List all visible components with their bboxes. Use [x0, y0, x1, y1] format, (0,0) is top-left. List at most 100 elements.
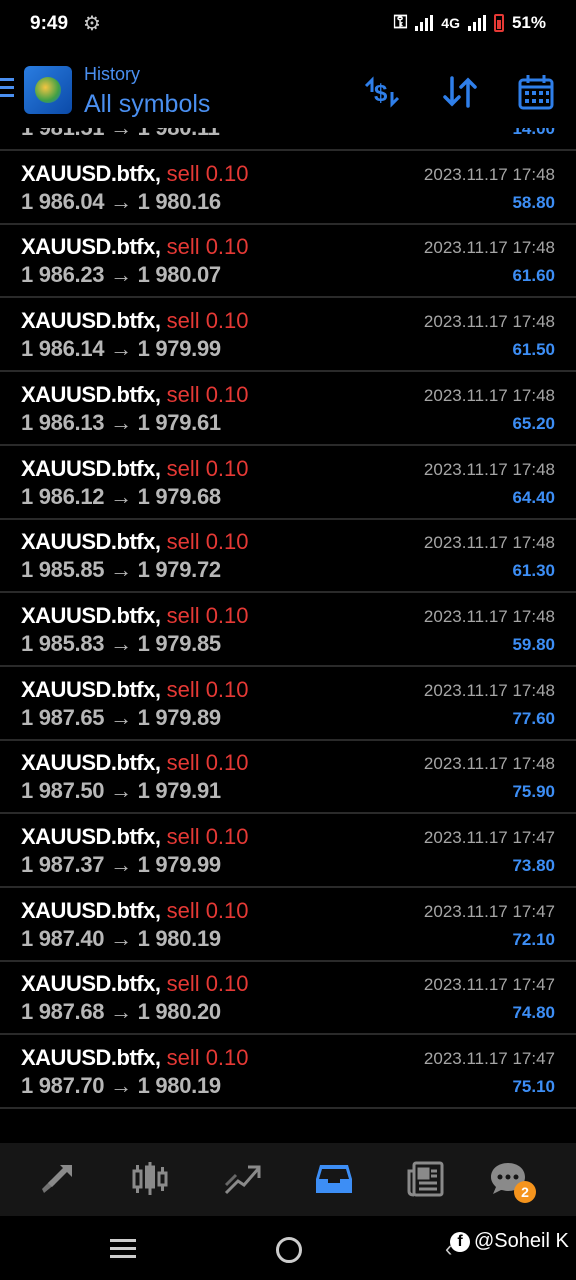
menu-icon[interactable]: [0, 78, 14, 100]
trade-symbol: XAUUSD.btfx,: [21, 971, 161, 997]
close-price: 1 980.19: [137, 925, 222, 951]
close-price: 1 979.99: [137, 852, 222, 877]
trade-symbol: XAUUSD.btfx,: [21, 381, 161, 407]
arrow-right-icon: →: [110, 557, 132, 583]
battery-level: 51%: [511, 12, 546, 32]
trade-side: sell 0.10: [166, 897, 249, 923]
status-time: 9:49: [30, 13, 69, 34]
trade-profit: 73.80: [512, 856, 555, 875]
history-list[interactable]: XAUUSD.btfx, sell 0.10 1 981.51 → 1 980.1…: [0, 128, 576, 1143]
trade-side: sell 0.10: [166, 455, 249, 481]
chart-icon[interactable]: [128, 1157, 172, 1201]
open-price: 1 986.13: [21, 409, 105, 435]
trade-profit: 72.10: [512, 929, 555, 949]
trade-row[interactable]: XAUUSD.btfx, sell 0.10 1 986.13 → 1 979.6…: [0, 373, 576, 446]
trade-row[interactable]: XAUUSD.btfx, sell 0.10 1 985.85 → 1 979.7…: [0, 520, 576, 594]
trade-row[interactable]: XAUUSD.btfx, sell 0.10 1 986.12 → 1 979.6…: [0, 447, 576, 520]
trade-row[interactable]: XAUUSD.btfx, sell 0.10 1 986.04 → 1 980.1…: [0, 152, 576, 225]
trade-time: 2023.11.17 17:47: [423, 975, 555, 995]
home-button[interactable]: [276, 1237, 302, 1263]
arrow-right-icon: →: [110, 778, 132, 804]
sort-icon[interactable]: [440, 72, 480, 112]
trade-symbol: XAUUSD.btfx,: [21, 750, 161, 776]
arrow-right-icon: →: [110, 188, 132, 214]
close-price: 1 979.72: [137, 557, 222, 583]
chat-badge: 2: [514, 1181, 536, 1203]
battery-icon: [493, 13, 504, 32]
trade-time: 2023.11.17 17:48: [423, 533, 555, 553]
trade-row[interactable]: XAUUSD.btfx, sell 0.10 1 987.50 → 1 979.9…: [0, 741, 576, 815]
trade-prices: 1 987.70 → 1 980.19: [21, 1073, 221, 1099]
close-price: 1 979.61: [137, 409, 222, 435]
trade-row[interactable]: XAUUSD.btfx, sell 0.10 1 987.40 → 1 980.1…: [0, 889, 576, 962]
trade-title: XAUUSD.btfx, sell 0.10: [21, 824, 249, 850]
trade-row[interactable]: XAUUSD.btfx, sell 0.10 1 987.65 → 1 979.8…: [0, 668, 576, 741]
open-price: 1 986.14: [21, 336, 105, 362]
close-price: 1 979.91: [137, 778, 222, 804]
close-price: 1 980.07: [137, 262, 222, 288]
trade-title: XAUUSD.btfx, sell 0.10: [21, 529, 249, 555]
history-icon[interactable]: [312, 1157, 356, 1201]
trade-prices: 1 985.85 → 1 979.72: [21, 557, 221, 583]
trade-row[interactable]: XAUUSD.btfx, sell 0.10 1 987.68 → 1 980.2…: [0, 962, 576, 1036]
trade-profit: 75.10: [512, 1077, 555, 1097]
trade-title: XAUUSD.btfx, sell 0.10: [21, 382, 249, 408]
open-price: 1 981.51: [21, 128, 105, 140]
trade-prices: 1 987.68 → 1 980.20: [21, 999, 221, 1025]
trade-side: sell 0.10: [166, 381, 249, 407]
trade-profit: 61.30: [512, 561, 555, 581]
trade-prices: 1 987.40 → 1 980.19: [21, 926, 221, 952]
close-price: 1 979.99: [137, 336, 222, 362]
vpn-key-icon: ⚿: [393, 12, 408, 32]
trade-side: sell 0.10: [166, 676, 249, 702]
trade-symbol: XAUUSD.btfx,: [21, 897, 161, 923]
trade-profit: 64.40: [512, 487, 555, 507]
watermark: f @Soheil K: [450, 1230, 569, 1253]
arrow-right-icon: →: [110, 262, 132, 288]
trade-icon[interactable]: [220, 1157, 264, 1201]
signal-icon: [415, 14, 434, 31]
trade-prices: 1 987.50 → 1 979.91: [21, 778, 221, 804]
close-price: 1 979.85: [137, 630, 222, 656]
arrow-right-icon: →: [110, 336, 132, 362]
recent-apps-button[interactable]: [110, 1239, 136, 1263]
trade-symbol: XAUUSD.btfx,: [21, 1045, 161, 1071]
system-nav-bar: ‹ f @Soheil K: [0, 1216, 576, 1280]
trade-row[interactable]: XAUUSD.btfx, sell 0.10 1 987.70 → 1 980.1…: [0, 1036, 576, 1110]
trade-prices: 1 986.23 → 1 980.07: [21, 262, 221, 288]
trade-row[interactable]: XAUUSD.btfx, sell 0.101 981.51 → 1 980.1…: [0, 128, 576, 151]
chat-icon[interactable]: 2: [486, 1157, 536, 1203]
open-price: 1 987.37: [21, 852, 105, 877]
trade-title: XAUUSD.btfx, sell 0.10: [21, 750, 249, 776]
trade-time: 2023.11.17 17:48: [423, 459, 555, 479]
trade-prices: 1 981.51 → 1 980.11: [21, 128, 220, 141]
news-icon[interactable]: [404, 1157, 448, 1201]
trade-row[interactable]: XAUUSD.btfx, sell 0.10 1 985.83 → 1 979.8…: [0, 594, 576, 667]
trade-symbol: XAUUSD.btfx,: [21, 602, 161, 628]
trade-title: XAUUSD.btfx, sell 0.10: [21, 898, 249, 924]
trade-side: sell 0.10: [166, 824, 249, 849]
arrow-right-icon: →: [110, 1073, 132, 1099]
trade-time: 2023.11.17 17:47: [423, 828, 555, 847]
app-header: History All symbols $: [0, 56, 576, 128]
open-price: 1 985.83: [21, 630, 105, 656]
arrow-right-icon: →: [110, 409, 132, 435]
open-price: 1 987.50: [21, 778, 105, 804]
open-price: 1 986.04: [21, 188, 105, 214]
bottom-nav: 2: [0, 1143, 576, 1216]
trade-profit: 65.20: [512, 413, 555, 433]
trade-row[interactable]: XAUUSD.btfx, sell 0.10 1 986.23 → 1 980.0…: [0, 225, 576, 299]
trade-side: sell 0.10: [166, 971, 249, 997]
arrow-right-icon: →: [110, 483, 132, 509]
arrow-right-icon: →: [110, 925, 132, 951]
trade-symbol: XAUUSD.btfx,: [21, 308, 161, 334]
symbol-filter[interactable]: All symbols: [84, 90, 210, 119]
currency-exchange-icon[interactable]: $: [362, 72, 402, 112]
trade-row[interactable]: XAUUSD.btfx, sell 0.10 1 987.37 → 1 979.9…: [0, 815, 576, 888]
trade-title: XAUUSD.btfx, sell 0.10: [21, 1045, 249, 1071]
trade-profit: 77.60: [512, 708, 555, 728]
quotes-icon[interactable]: [36, 1157, 80, 1201]
calendar-icon[interactable]: [516, 72, 556, 112]
trade-title: XAUUSD.btfx, sell 0.10: [21, 234, 249, 260]
trade-row[interactable]: XAUUSD.btfx, sell 0.10 1 986.14 → 1 979.9…: [0, 299, 576, 373]
